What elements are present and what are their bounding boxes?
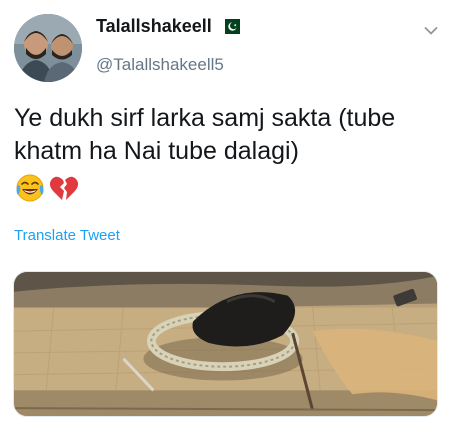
tweet-media-photo[interactable]: [13, 271, 438, 417]
face-with-tears-of-joy-icon: [14, 172, 46, 204]
tweet-text: Ye dukh sirf larka samj sakta (tube khat…: [14, 104, 396, 165]
user-name-row[interactable]: Talallshakeell: [96, 16, 240, 37]
user-handle[interactable]: @Talallshakeell5: [96, 55, 224, 75]
avatar-image: [14, 14, 82, 82]
photo-image: [14, 272, 437, 416]
broken-heart-icon: [48, 172, 80, 204]
avatar[interactable]: [14, 14, 82, 82]
emoji-row: [14, 172, 80, 204]
pakistan-flag-icon: [219, 19, 240, 34]
chevron-down-icon[interactable]: [424, 26, 438, 36]
display-name[interactable]: Talallshakeell: [96, 16, 212, 37]
translate-tweet-link[interactable]: Translate Tweet: [14, 227, 120, 244]
